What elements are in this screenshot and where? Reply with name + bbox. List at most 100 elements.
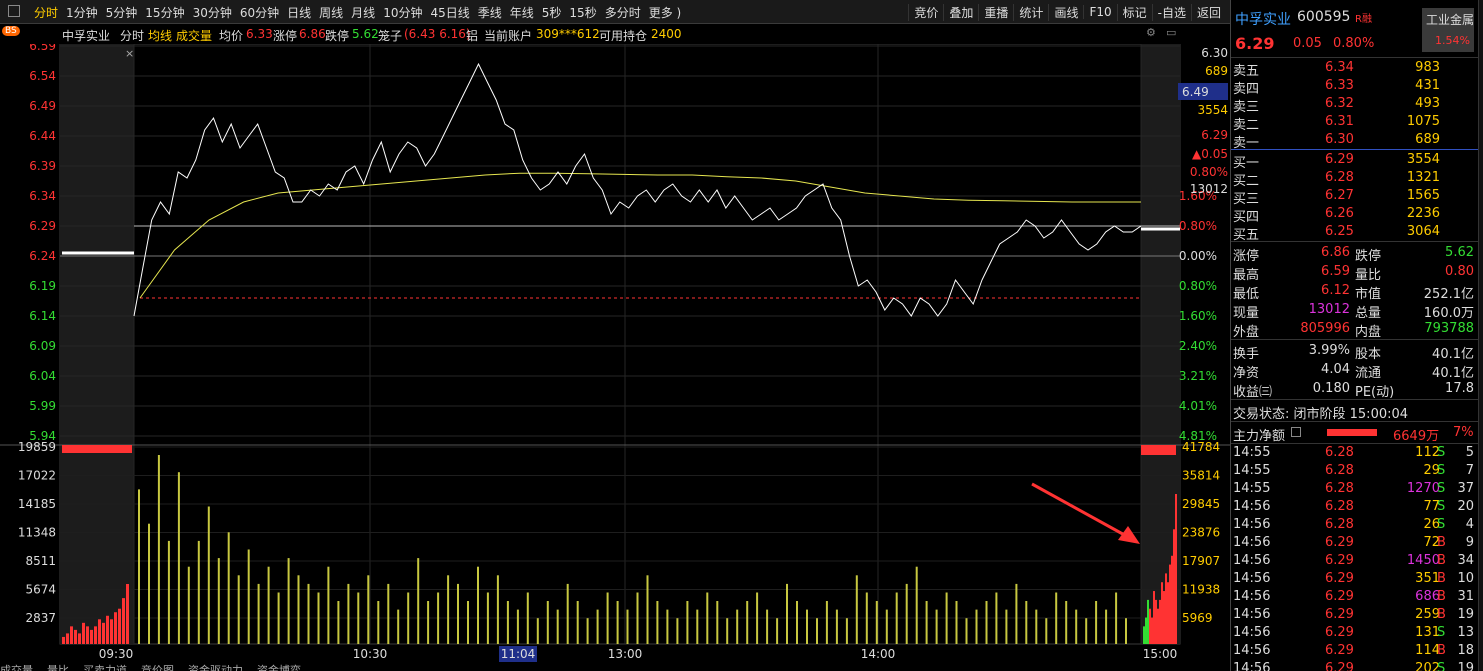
- stat-value: 793788: [1424, 321, 1474, 336]
- period-tab[interactable]: 1分钟: [62, 4, 102, 21]
- volume-label[interactable]: 成交量: [176, 27, 212, 44]
- volume-bar: [516, 609, 519, 644]
- tool-button[interactable]: 竞价: [908, 3, 943, 21]
- pct-tick-label: 1.60%: [1179, 309, 1217, 323]
- volume-bar: [427, 601, 430, 644]
- right-scrollbar[interactable]: [1478, 0, 1483, 671]
- tool-button[interactable]: 返回: [1190, 3, 1226, 21]
- right-label-change: ▲0.05: [1192, 147, 1228, 161]
- x-tick-label: 09:30: [99, 647, 134, 661]
- tick-row: 14:56 6.29 351 B 10: [1231, 570, 1478, 588]
- tool-button[interactable]: 统计: [1013, 3, 1048, 21]
- volume-bar: [247, 549, 250, 644]
- auction-volume-bar: [66, 633, 69, 644]
- volume-bar: [756, 592, 759, 644]
- intraday-chart[interactable]: 6.59 6.54 6.49 6.44 6.39 6.34 6.29 6.24 6.19 6.14…: [0, 44, 1230, 671]
- tick-list[interactable]: 14:55 6.28 112 S 5 14:55 6.28 29 S 7 14:55 6.28 1270…: [1231, 444, 1478, 671]
- period-tab[interactable]: 15分钟: [141, 4, 188, 21]
- bids-row[interactable]: 买五 6.25 3064: [1231, 223, 1478, 243]
- auction-volume-bar: [62, 636, 65, 644]
- volume-bar: [177, 472, 180, 644]
- right-label-change_pct: 0.80%: [1190, 165, 1228, 179]
- tool-button[interactable]: 画线: [1048, 3, 1083, 21]
- mode-label[interactable]: 分时: [120, 27, 144, 44]
- volume-bar: [905, 583, 908, 644]
- avg-line-label[interactable]: 均线: [148, 27, 172, 44]
- period-tab[interactable]: 5秒: [538, 4, 566, 21]
- period-tab[interactable]: 10分钟: [379, 4, 426, 21]
- tool-button[interactable]: 重播: [978, 3, 1013, 21]
- vol-tick-label: 11348: [18, 526, 56, 540]
- period-tab[interactable]: 周线: [315, 4, 347, 21]
- volume-bar: [1085, 618, 1088, 644]
- stat-value: 40.1亿: [1432, 366, 1474, 381]
- period-tab[interactable]: 分时: [30, 4, 62, 21]
- bids-row[interactable]: 买三 6.27 1565: [1231, 187, 1478, 207]
- asks-row[interactable]: 卖二 6.31 1075: [1231, 113, 1478, 133]
- y-tick-label: 6.24: [29, 249, 56, 263]
- tick-time: 14:56: [1233, 553, 1271, 568]
- asks-row[interactable]: 卖一 6.30 689: [1231, 131, 1478, 151]
- chart-settings-icon[interactable]: ⚙: [1146, 26, 1156, 39]
- vol-tick-label: 14185: [18, 497, 56, 511]
- auction-volume-bar-right: [1175, 494, 1177, 644]
- auction-vol-tick-label: 11938: [1182, 583, 1220, 597]
- indicator-tab[interactable]: 竞价图: [141, 664, 174, 671]
- period-tab[interactable]: 30分钟: [189, 4, 236, 21]
- tick-time: 14:56: [1233, 571, 1271, 586]
- tool-button[interactable]: 标记: [1116, 3, 1152, 21]
- period-tab[interactable]: 月线: [347, 4, 379, 21]
- stat-value: 3.99%: [1308, 343, 1350, 358]
- period-tab[interactable]: 45日线: [426, 4, 473, 21]
- stat-label: 现量: [1233, 306, 1260, 321]
- indicator-tab[interactable]: 买卖力道: [83, 664, 127, 671]
- tool-button[interactable]: F10: [1083, 5, 1116, 19]
- volume-bar: [387, 583, 390, 644]
- period-tab[interactable]: 更多 ): [645, 4, 686, 21]
- chart-info-line: BS 中孚实业 分时 均线 成交量 均价 6.33 涨停 6.86 跌停 5.6…: [0, 24, 1180, 44]
- period-tab[interactable]: 5分钟: [102, 4, 142, 21]
- indicator-tab[interactable]: 量比: [47, 664, 69, 671]
- bs-badge[interactable]: BS: [2, 26, 20, 36]
- bids-volume: 2236: [1406, 206, 1440, 221]
- sidebar-toggle-icon[interactable]: [8, 5, 20, 17]
- annotation-arrow-shaft: [1031, 482, 1131, 540]
- asks-volume: 431: [1415, 78, 1440, 93]
- tick-count: 13: [1457, 625, 1474, 640]
- bids-row[interactable]: 买四 6.26 2236: [1231, 205, 1478, 225]
- volume-bar: [157, 455, 160, 644]
- tick-price: 6.29: [1325, 625, 1354, 640]
- stat-value: 40.1亿: [1432, 347, 1474, 362]
- indicator-tab[interactable]: 资金驱动力: [188, 664, 243, 671]
- asks-row[interactable]: 卖四 6.33 431: [1231, 77, 1478, 97]
- indicator-tab[interactable]: 成交量: [0, 664, 33, 671]
- period-tab[interactable]: 多分时: [601, 4, 645, 21]
- indicator-tab[interactable]: 资金博弈: [257, 664, 301, 671]
- period-tab[interactable]: 60分钟: [236, 4, 283, 21]
- period-tab[interactable]: 15秒: [565, 4, 600, 21]
- vol-tick-label: 5674: [25, 583, 56, 597]
- bids-row[interactable]: 买二 6.28 1321: [1231, 169, 1478, 189]
- quote-stock-name[interactable]: 中孚实业: [1235, 9, 1291, 29]
- tool-button[interactable]: 叠加: [943, 3, 978, 21]
- flow-detail-icon[interactable]: [1291, 427, 1301, 437]
- industry-box[interactable]: 工业金属 1.54%: [1422, 8, 1474, 52]
- asks-row[interactable]: 卖五 6.34 983: [1231, 59, 1478, 79]
- bids-row[interactable]: 买一 6.29 3554: [1231, 151, 1478, 171]
- volume-bar: [985, 601, 988, 644]
- x-tick-label: 15:00: [1143, 647, 1178, 661]
- period-tab[interactable]: 年线: [506, 4, 538, 21]
- tick-row: 14:56 6.29 1450 B 34: [1231, 552, 1478, 570]
- volume-bar: [187, 566, 190, 644]
- period-tab[interactable]: 季线: [474, 4, 506, 21]
- tool-button[interactable]: -自选: [1151, 3, 1191, 21]
- sector-label[interactable]: 铝: [466, 27, 478, 44]
- volume-bar: [686, 601, 689, 644]
- chart-canvas[interactable]: 6.59 6.54 6.49 6.44 6.39 6.34 6.29 6.24 6.19 6.14…: [0, 44, 1230, 671]
- asks-row[interactable]: 卖三 6.32 493: [1231, 95, 1478, 115]
- tick-direction: B: [1437, 589, 1446, 604]
- chart-collapse-icon[interactable]: ▭: [1166, 26, 1176, 39]
- volume-bar: [277, 592, 280, 644]
- period-tab[interactable]: 日线: [283, 4, 315, 21]
- stat-row: 涨停 6.86 跌停 5.62: [1231, 244, 1478, 264]
